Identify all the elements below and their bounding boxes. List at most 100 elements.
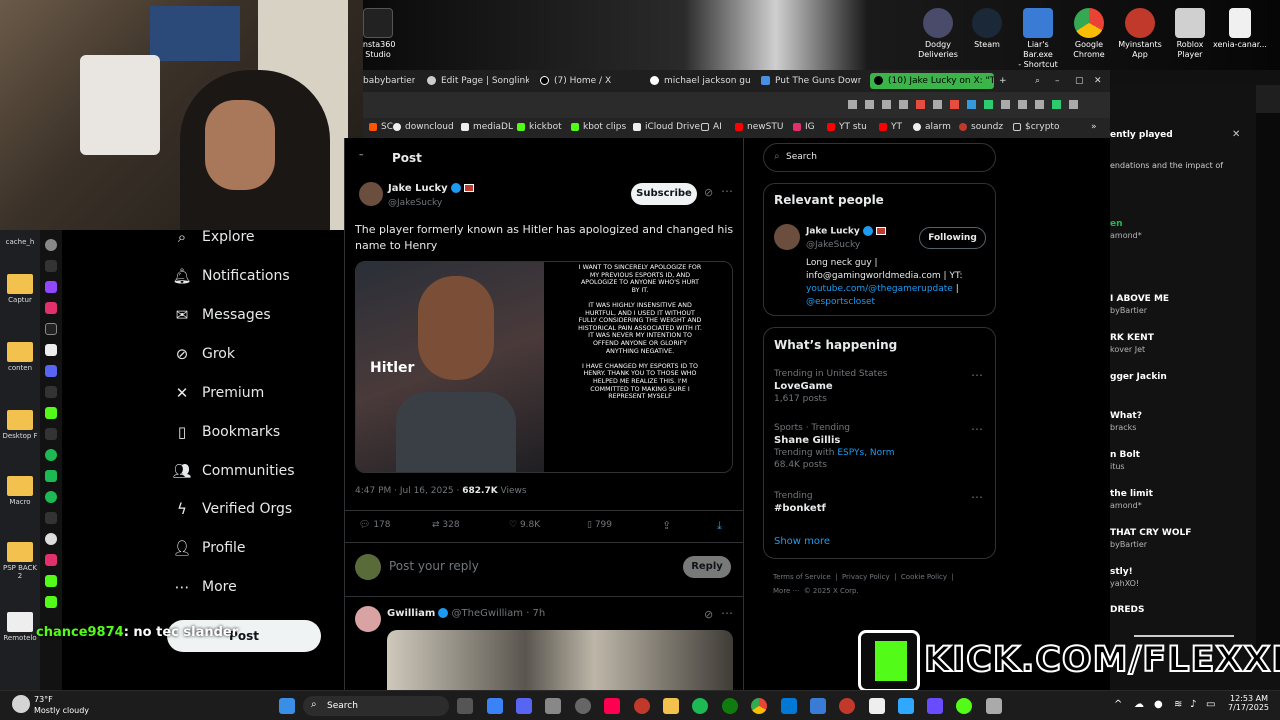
desktop-icon-content[interactable]: conten: [0, 342, 40, 372]
following-button[interactable]: Following: [919, 227, 986, 249]
desktop-icon-xenia[interactable]: xenia-canar...: [1212, 4, 1268, 50]
photoshop-icon[interactable]: [898, 698, 914, 714]
song-item[interactable]: en amond*: [1110, 219, 1256, 240]
nav-messages[interactable]: ✉ Messages: [172, 301, 271, 329]
nav-notifications[interactable]: 🔔︎ Notifications: [172, 262, 289, 290]
tab-babybartier[interactable]: babybartier: [363, 73, 415, 89]
clock[interactable]: 12:53 AM 7/17/2025: [1228, 694, 1269, 712]
app-icon[interactable]: [927, 698, 943, 714]
desktop-icon-chrome[interactable]: Google Chrome: [1063, 4, 1115, 60]
extension-icon[interactable]: [899, 100, 908, 109]
nav-communities[interactable]: 👥︎ Communities: [172, 457, 294, 485]
extension-icon[interactable]: [45, 470, 57, 482]
xbox-icon[interactable]: [722, 698, 738, 714]
chrome-icon[interactable]: [751, 698, 767, 714]
download-icon[interactable]: ⤓: [717, 519, 722, 533]
post-image[interactable]: Hitler I WANT TO SINCERELY APOLOGIZE FOR…: [355, 261, 733, 473]
microphone-icon[interactable]: ●: [1154, 699, 1163, 710]
new-tab-button[interactable]: +: [999, 73, 1009, 89]
reply-avatar[interactable]: [355, 606, 381, 632]
bookmark-soundz[interactable]: soundz: [959, 122, 1003, 132]
close-icon[interactable]: ✕: [1094, 73, 1104, 89]
photos-icon[interactable]: [810, 698, 826, 714]
volume-icon[interactable]: ♪: [1190, 699, 1196, 710]
battery-icon[interactable]: ▭: [1206, 699, 1215, 710]
spotify-icon[interactable]: [692, 698, 708, 714]
extension-icon[interactable]: [1018, 100, 1027, 109]
trend-more-icon[interactable]: ⋯: [971, 368, 983, 382]
tab-michael-jackson[interactable]: michael jackson gun: [650, 73, 750, 89]
footer-links[interactable]: Terms of Service | Privacy Policy | Cook…: [773, 573, 954, 581]
extension-icon[interactable]: [865, 100, 874, 109]
song-item[interactable]: gger Jackin: [1110, 372, 1256, 384]
post-author-row[interactable]: Jake Lucky: [388, 183, 474, 194]
app-icon[interactable]: [839, 698, 855, 714]
bio-link[interactable]: youtube.com/@thegamerupdate: [806, 284, 953, 294]
clock-icon[interactable]: [45, 449, 57, 461]
search-box[interactable]: ⌕ Search: [763, 143, 996, 172]
kick-icon[interactable]: [45, 575, 57, 587]
kick-icon[interactable]: [45, 596, 57, 608]
extension-icon[interactable]: [882, 100, 891, 109]
settings-icon[interactable]: [45, 491, 57, 503]
extension-icon[interactable]: [950, 100, 959, 109]
extension-icon[interactable]: [984, 100, 993, 109]
menu-icon[interactable]: [1069, 100, 1078, 109]
start-icon[interactable]: [279, 698, 295, 714]
app-icon[interactable]: [575, 698, 591, 714]
extension-icon[interactable]: [933, 100, 942, 109]
extension-icon[interactable]: [848, 100, 857, 109]
extension-icon[interactable]: [916, 100, 925, 109]
trend-item[interactable]: Trending #bonketf: [774, 491, 826, 514]
song-item[interactable]: What? bracks: [1110, 411, 1256, 432]
bookmark-ai[interactable]: AI: [701, 122, 722, 132]
desktop-icon-capture[interactable]: Captur: [0, 274, 40, 304]
onedrive-icon[interactable]: ☁: [1134, 699, 1144, 710]
opera-icon[interactable]: [634, 698, 650, 714]
bookmark-sc[interactable]: SC: [369, 122, 393, 132]
desktop-icon-myinstants[interactable]: Myinstants App: [1114, 4, 1166, 60]
song-item[interactable]: the limit amond*: [1110, 489, 1256, 510]
show-more-link[interactable]: Show more: [774, 536, 830, 547]
circle-icon[interactable]: [45, 533, 57, 545]
nav-bookmarks[interactable]: ▯ Bookmarks: [172, 418, 280, 446]
gpt-icon[interactable]: [45, 239, 57, 251]
bookmark-alarm[interactable]: alarm: [913, 122, 951, 132]
grok-icon[interactable]: ⊘: [704, 608, 713, 621]
bio-link[interactable]: @esportscloset: [806, 296, 990, 309]
trend-more-icon[interactable]: ⋯: [971, 422, 983, 436]
desktop-icon-liarsbar[interactable]: Liar's Bar.exe - Shortcut: [1012, 4, 1064, 70]
song-item[interactable]: DREDS: [1110, 605, 1256, 617]
download-icon[interactable]: [1035, 100, 1044, 109]
app-icon[interactable]: [956, 698, 972, 714]
extension-icon[interactable]: [967, 100, 976, 109]
bookmark-kickbot[interactable]: kickbot: [517, 122, 562, 132]
bookmark-downcloud[interactable]: downcloud: [393, 122, 454, 132]
bookmark-yt[interactable]: YT: [879, 122, 902, 132]
maximize-icon[interactable]: ▢: [1075, 73, 1085, 89]
share-icon[interactable]: ⇪: [662, 519, 671, 532]
trend-item[interactable]: Sports · Trending Shane Gillis Trending …: [774, 423, 894, 470]
more-options-icon[interactable]: ⋯: [721, 184, 733, 198]
grok-icon[interactable]: ⊘: [704, 186, 713, 199]
song-item[interactable]: THAT CRY WOLF byBartier: [1110, 528, 1256, 549]
bookmark-icloud[interactable]: iCloud Drive: [633, 122, 700, 132]
file-explorer-icon[interactable]: [663, 698, 679, 714]
desktop-icon-dodgy[interactable]: Dodgy Deliveries: [912, 4, 964, 60]
desktop-icon-psp[interactable]: PSP BACK 2: [0, 542, 40, 580]
nav-explore[interactable]: ⌕ Explore: [172, 223, 255, 251]
close-icon[interactable]: ✕: [1232, 129, 1240, 140]
tiktok-icon[interactable]: [45, 323, 57, 335]
weather-icon[interactable]: [12, 695, 30, 713]
bookmarks-overflow-icon[interactable]: »: [1091, 122, 1097, 132]
bookmark-mediadl[interactable]: mediaDL: [461, 122, 513, 132]
minimize-icon[interactable]: –: [1055, 73, 1065, 89]
x-icon[interactable]: [45, 344, 57, 356]
search-icon[interactable]: ⌕: [1035, 73, 1047, 89]
desktop-icon-macro[interactable]: Macro: [0, 476, 40, 506]
nav-verified-orgs[interactable]: ϟ Verified Orgs: [172, 495, 292, 523]
desktop-icon-desktopf[interactable]: Desktop F: [0, 410, 40, 440]
nav-premium[interactable]: ✕ Premium: [172, 379, 265, 407]
reply-input[interactable]: Post your reply: [389, 559, 479, 573]
discord-icon[interactable]: [45, 365, 57, 377]
